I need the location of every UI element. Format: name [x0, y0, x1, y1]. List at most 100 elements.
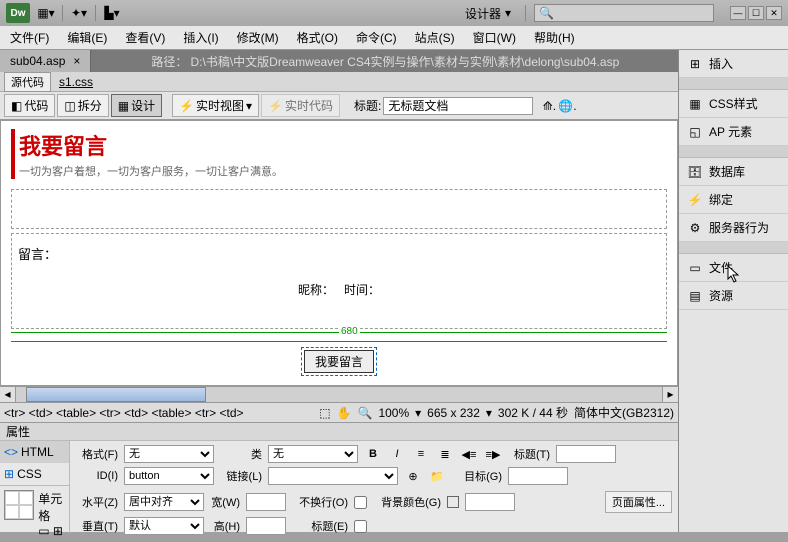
width-ruler: 680 [11, 332, 667, 333]
encoding: 简体中文(GB2312) [574, 404, 674, 421]
empty-cell[interactable] [11, 189, 667, 229]
html-mode-tab[interactable]: <>HTML [0, 441, 69, 463]
panel-server-behaviors[interactable]: ⚙ 服务器行为 [679, 214, 788, 242]
css-file-link[interactable]: s1.css [59, 75, 93, 89]
outdent-button[interactable]: ◀≡ [460, 446, 478, 462]
menu-view[interactable]: 查看(V) [125, 29, 165, 46]
form-container[interactable]: 留言： 昵称： 时间： [11, 233, 667, 329]
search-icon: 🔍 [539, 6, 554, 20]
bold-button[interactable]: B [364, 446, 382, 462]
extend-icon[interactable]: ✦▾ [71, 5, 87, 21]
height-input[interactable] [246, 517, 286, 535]
banner-title: 我要留言 [19, 129, 667, 161]
menu-modify[interactable]: 修改(M) [237, 29, 279, 46]
title-attr-input[interactable] [556, 445, 616, 463]
panel-files[interactable]: ▭ 文件 [679, 254, 788, 282]
panel-insert[interactable]: ⊞ 插入 [679, 50, 788, 78]
nowrap-label: 不换行(O) [292, 494, 348, 510]
app-topbar: Dw ▦▾ ✦▾ ▙▾ 设计器▾ 🔍 — ☐ ✕ [0, 0, 788, 26]
bg-color-input[interactable] [465, 493, 515, 511]
menu-edit[interactable]: 编辑(E) [67, 29, 107, 46]
message-label: 留言： [18, 244, 660, 263]
source-tab[interactable]: 源代码 [4, 72, 51, 92]
panel-ap-elements[interactable]: ◱ AP 元素 [679, 118, 788, 146]
panel-bindings[interactable]: ⚡ 绑定 [679, 186, 788, 214]
header-checkbox[interactable] [354, 520, 367, 533]
bg-color-swatch[interactable] [447, 496, 459, 508]
menu-help[interactable]: 帮助(H) [534, 29, 575, 46]
class-label: 类 [220, 446, 262, 462]
menu-commands[interactable]: 命令(C) [356, 29, 397, 46]
menu-file[interactable]: 文件(F) [10, 29, 49, 46]
vert-select[interactable]: 默认 [124, 517, 204, 535]
width-input[interactable] [246, 493, 286, 511]
tag-path[interactable]: <tr> <td> <table> <tr> <td> <table> <tr>… [4, 406, 319, 420]
merge-cells-icon[interactable]: ▭ ⊞ [38, 524, 65, 538]
bindings-icon: ⚡ [687, 192, 703, 208]
site-icon[interactable]: ▙▾ [104, 5, 120, 21]
tag-selector-bar: <tr> <td> <table> <tr> <td> <table> <tr>… [0, 402, 678, 422]
app-logo: Dw [6, 3, 30, 23]
minimize-button[interactable]: — [730, 6, 746, 20]
panel-database[interactable]: 🗄 数据库 [679, 158, 788, 186]
document-title-input[interactable] [383, 97, 533, 115]
pointer-tool-icon[interactable]: ⬚ [319, 406, 330, 420]
css-mode-tab[interactable]: ⊞CSS [0, 463, 69, 485]
italic-button[interactable]: I [388, 446, 406, 462]
nowrap-checkbox[interactable] [354, 496, 367, 509]
file-mgmt-icon[interactable]: ⟰. [541, 98, 557, 114]
maximize-button[interactable]: ☐ [748, 6, 764, 20]
live-view-button[interactable]: ⚡实时视图▾ [172, 94, 259, 117]
cell-preview-icon [4, 490, 34, 520]
zoom-level[interactable]: 100% [378, 406, 409, 420]
title-label: 标题: [354, 97, 381, 114]
search-input[interactable]: 🔍 [534, 4, 714, 22]
ul-button[interactable]: ≡ [412, 446, 430, 462]
zoom-tool-icon[interactable]: 🔍 [357, 406, 372, 420]
split-view-button[interactable]: ◫拆分 [57, 94, 108, 117]
layout-icon[interactable]: ▦▾ [38, 5, 54, 21]
server-icon: ⚙ [687, 220, 703, 236]
field-row: 昵称： 时间： [18, 281, 660, 298]
files-icon: ▭ [687, 260, 703, 276]
page-properties-button[interactable]: 页面属性... [605, 491, 672, 513]
panel-assets[interactable]: ▤ 资源 [679, 282, 788, 310]
code-view-button[interactable]: ◧代码 [4, 94, 55, 117]
menu-site[interactable]: 站点(S) [415, 29, 455, 46]
design-view-button[interactable]: ▦设计 [111, 94, 162, 117]
page-weight: 302 K / 44 秒 [498, 404, 568, 421]
properties-header[interactable]: 属性 [0, 423, 678, 441]
side-panel: ⊞ 插入 ▦ CSS样式 ◱ AP 元素 🗄 数据库 ⚡ 绑定 ⚙ 服务器行为 … [678, 50, 788, 532]
database-icon: 🗄 [687, 164, 703, 180]
insert-icon: ⊞ [687, 56, 703, 72]
submit-button[interactable]: 我要留言 [304, 350, 374, 373]
workspace-dropdown[interactable]: 设计器▾ [459, 3, 517, 24]
id-select[interactable]: button [124, 467, 214, 485]
design-canvas[interactable]: 我要留言 一切为客户着想，一切为客户服务，一切让客户满意。 留言： 昵称： 时间… [0, 120, 678, 386]
browse-folder-icon[interactable]: 📁 [428, 468, 446, 484]
live-code-button[interactable]: ⚡实时代码 [261, 94, 340, 117]
horiz-select[interactable]: 居中对齐 [124, 493, 204, 511]
ol-button[interactable]: ≣ [436, 446, 454, 462]
target-input[interactable] [508, 467, 568, 485]
class-select[interactable]: 无 [268, 445, 358, 463]
link-select[interactable] [268, 467, 398, 485]
menu-window[interactable]: 窗口(W) [473, 29, 516, 46]
horizontal-scrollbar[interactable]: ◂ ▸ [0, 386, 678, 402]
browser-preview-icon[interactable]: 🌐. [559, 98, 575, 114]
close-button[interactable]: ✕ [766, 6, 782, 20]
point-to-file-icon[interactable]: ⊕ [404, 468, 422, 484]
menu-format[interactable]: 格式(O) [297, 29, 338, 46]
format-select[interactable]: 无 [124, 445, 214, 463]
window-size[interactable]: 665 x 232 [427, 406, 480, 420]
document-toolbar: ◧代码 ◫拆分 ▦设计 ⚡实时视图▾ ⚡实时代码 标题: ⟰. 🌐. [0, 92, 678, 120]
indent-button[interactable]: ≡▶ [484, 446, 502, 462]
file-tab[interactable]: sub04.asp× [0, 50, 91, 72]
hand-tool-icon[interactable]: ✋ [337, 406, 352, 420]
panel-css-styles[interactable]: ▦ CSS样式 [679, 90, 788, 118]
target-label: 目标(G) [452, 468, 502, 484]
width-label: 宽(W) [210, 494, 240, 510]
scroll-thumb[interactable] [26, 387, 206, 402]
menu-insert[interactable]: 插入(I) [183, 29, 218, 46]
properties-panel: 属性 <>HTML ⊞CSS 单元格 ▭ ⊞ 格式(F) [0, 422, 678, 532]
